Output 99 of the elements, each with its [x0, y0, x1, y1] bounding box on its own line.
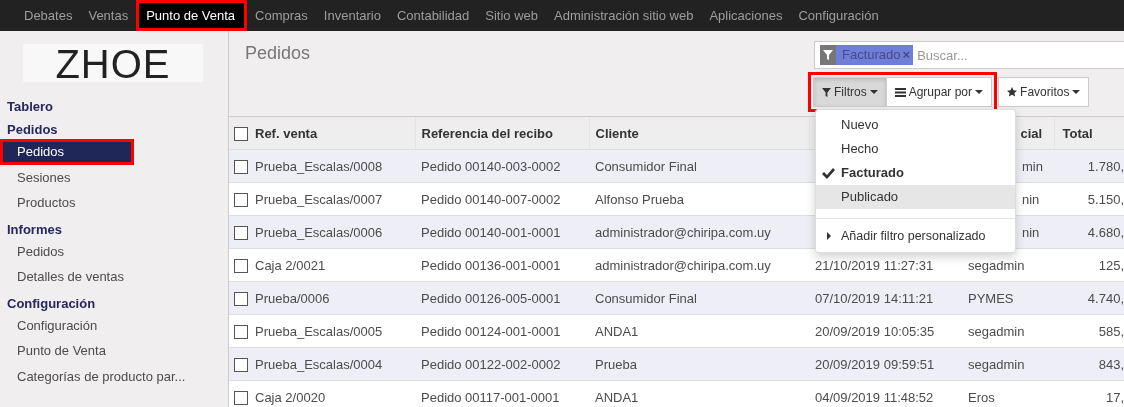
checkbox[interactable] [234, 291, 248, 306]
caret-right-icon [826, 232, 831, 240]
table-cell: Prueba_Escalas/0005 [255, 323, 383, 339]
table-cell: nin [1022, 191, 1040, 207]
menu-item[interactable]: Compras [247, 0, 316, 31]
menu-item[interactable]: Contabilidad [388, 0, 478, 31]
table-cell: segadmin [968, 356, 1025, 372]
table-cell: 843, [1098, 356, 1124, 372]
table-cell: Pedido 00117-001-0001 [421, 389, 560, 405]
table-cell: ANDA1 [595, 323, 639, 339]
checkbox[interactable] [234, 159, 248, 174]
table-cell: Pedido 00122-002-0002 [421, 356, 561, 372]
table-cell: segadmin [968, 323, 1025, 339]
table-cell: 5.150, [1087, 191, 1124, 207]
menu-item[interactable]: Administración sitio web [546, 0, 702, 31]
filter-icon [822, 87, 831, 97]
table-cell: segadmin [968, 257, 1025, 273]
table-cell: Caja 2/0020 [255, 389, 326, 405]
table-cell: 17, [1105, 389, 1124, 405]
filter-icon [823, 50, 833, 60]
checkbox[interactable] [234, 324, 248, 339]
table-cell: Alfonso Prueba [595, 191, 684, 207]
table-cell: Pedido 00140-003-0002 [421, 158, 561, 174]
table-cell: 20/09/2019 10:05:35 [815, 323, 935, 339]
caret-icon [1072, 90, 1081, 94]
table-cell: Prueba_Escalas/0006 [255, 224, 383, 240]
table-cell: 585, [1098, 323, 1124, 339]
table-cell: 07/10/2019 14:11:21 [815, 290, 934, 306]
checkbox[interactable] [234, 192, 248, 207]
table-cell: Pedido 00126-005-0001 [421, 290, 561, 306]
checkbox[interactable] [234, 225, 248, 240]
table-cell: Prueba [595, 356, 637, 372]
logo: ZHOE [23, 44, 203, 82]
table-cell: Prueba_Escalas/0008 [255, 158, 383, 174]
checkbox[interactable] [234, 126, 248, 141]
table-cell: administrador@chiripa.com.uy [595, 257, 771, 273]
table-cell: Consumidor Final [595, 290, 697, 306]
table-cell: Prueba_Escalas/0004 [255, 356, 383, 372]
menu-item[interactable]: Sitio web [477, 0, 546, 31]
table-cell: 4.740, [1087, 290, 1124, 306]
column-header[interactable]: Ref. venta [255, 125, 318, 141]
sidebar-item[interactable]: Pedidos [0, 139, 134, 165]
sidebar-item[interactable]: Configuración [0, 312, 228, 338]
table-cell: Caja 2/0021 [255, 257, 326, 273]
table-cell: Pedido 00124-001-0001 [421, 323, 561, 339]
add-custom-filter-link[interactable]: Añadir filtro personalizado [816, 224, 1015, 248]
table-cell: Pedido 00140-001-0001 [421, 224, 561, 240]
facet-label: Facturado [836, 45, 903, 65]
table-cell: 20/09/2019 09:59:51 [815, 356, 935, 372]
filter-option[interactable]: Facturado [816, 161, 1015, 185]
section-heading[interactable]: Pedidos [0, 121, 228, 139]
section-heading[interactable]: Informes [0, 220, 228, 239]
page-title: Pedidos [245, 43, 311, 64]
table-cell: Prueba_Escalas/0007 [255, 191, 383, 207]
menu-item[interactable]: Configuración [790, 0, 887, 31]
menu-item[interactable]: Punto de Venta [136, 0, 248, 31]
checkbox[interactable] [234, 357, 248, 372]
table-cell: 21/10/2019 11:27:31 [815, 257, 934, 273]
table-cell: PYMES [968, 290, 1014, 306]
section-heading[interactable]: Tablero [0, 98, 228, 116]
star-icon [1007, 87, 1018, 97]
sidebar-item[interactable]: Punto de Venta [0, 338, 228, 364]
table-cell: Pedido 00136-001-0001 [421, 257, 561, 273]
checkbox[interactable] [234, 258, 248, 273]
table-cell: 4.680, [1087, 224, 1124, 240]
menu-item[interactable]: Inventario [315, 0, 389, 31]
sidebar-item[interactable]: Detalles de ventas [0, 264, 228, 290]
filters-button[interactable]: Filtros [813, 77, 887, 107]
table-cell: 04/09/2019 11:48:52 [815, 389, 934, 405]
table-cell: Eros [968, 389, 995, 405]
sidebar-item[interactable]: Productos [0, 190, 228, 216]
check-icon [822, 167, 835, 179]
menu-item[interactable]: Debates [16, 0, 81, 31]
filter-option[interactable]: Hecho [816, 137, 1015, 161]
table-cell: Pedido 00140-007-0002 [421, 191, 561, 207]
list-icon [894, 87, 906, 97]
sidebar-item[interactable]: Sesiones [0, 164, 228, 190]
menu-item[interactable]: Ventas [80, 0, 137, 31]
menu-item[interactable]: Aplicaciones [701, 0, 791, 31]
column-header[interactable]: Cliente [595, 125, 639, 141]
table-cell: Prueba/0006 [255, 290, 330, 306]
sidebar-item[interactable]: Pedidos [0, 238, 228, 264]
filter-option[interactable]: Publicado [816, 185, 1015, 209]
favorites-button[interactable]: Favoritos [998, 77, 1090, 107]
table-cell: nin [1022, 224, 1040, 240]
caret-icon [975, 90, 984, 94]
column-header[interactable]: cial [1020, 125, 1043, 141]
sidebar-item[interactable]: Categorías de producto par... [0, 363, 228, 389]
checkbox[interactable] [234, 390, 248, 405]
filter-option[interactable]: Nuevo [816, 113, 1015, 137]
table-cell: 1.780, [1087, 158, 1124, 174]
section-heading[interactable]: Configuración [0, 294, 228, 313]
caret-icon [869, 90, 878, 94]
group-by-button[interactable]: Agrupar por [885, 77, 993, 107]
table-cell: min [1022, 158, 1043, 174]
table-cell: administrador@chiripa.com.uy [595, 224, 771, 240]
table-cell: Consumidor Final [595, 158, 697, 174]
table-cell: ANDA1 [595, 389, 639, 405]
table-cell: 125, [1098, 257, 1124, 273]
